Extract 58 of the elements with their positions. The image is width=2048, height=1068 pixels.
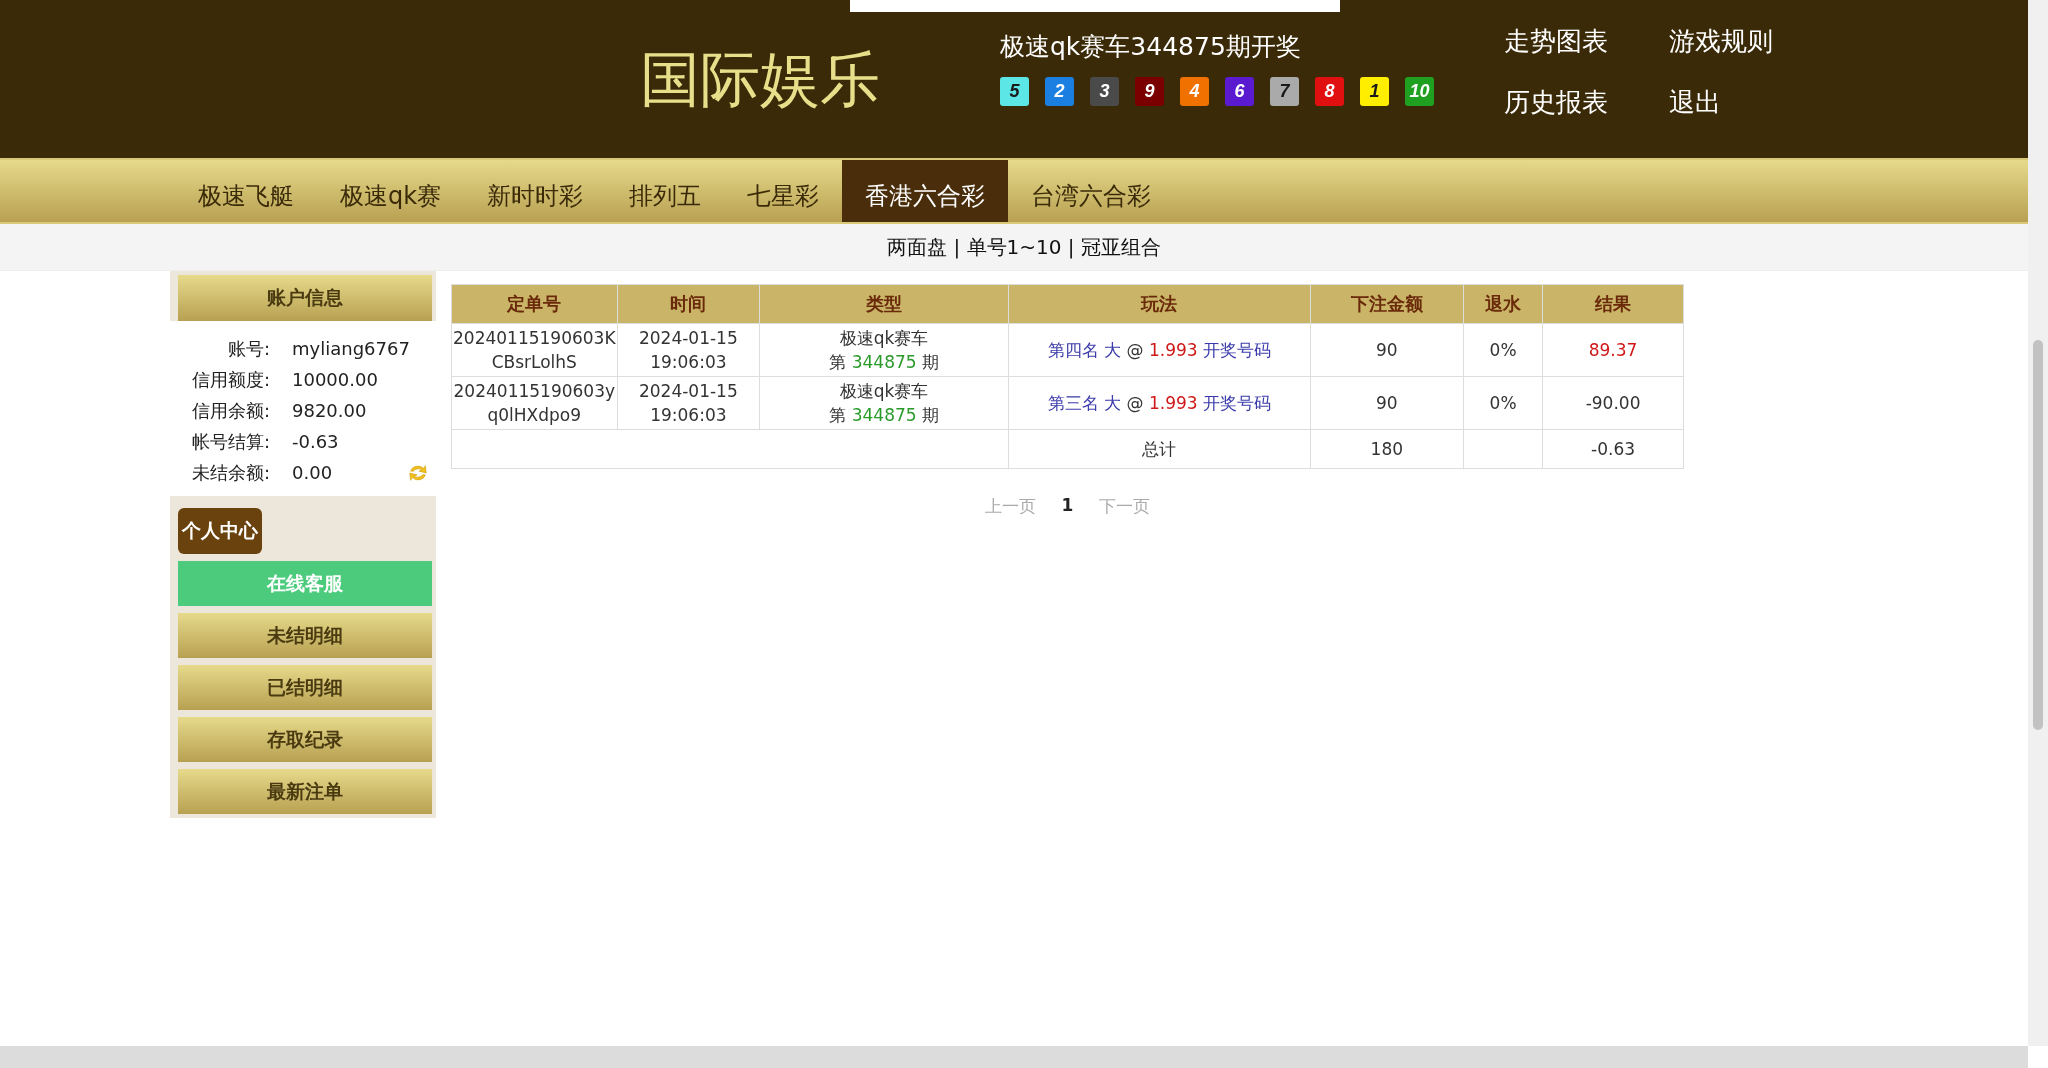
- amount-cell: 90: [1310, 376, 1464, 430]
- nav-tab[interactable]: 极速qk赛: [317, 160, 465, 222]
- time-cell: 2024-01-15 19:06:03: [617, 376, 760, 430]
- column-header: 下注金额: [1310, 284, 1464, 324]
- header-link[interactable]: 走势图表: [1504, 24, 1669, 59]
- field-value: 9820.00: [292, 400, 367, 421]
- nav-tab[interactable]: 七星彩: [724, 160, 843, 222]
- type-cell: 极速qk赛车 第 344875 期: [759, 323, 1009, 377]
- result-cell: -90.00: [1542, 376, 1684, 430]
- menu-button[interactable]: 存取纪录: [178, 717, 432, 762]
- total-amount: 180: [1310, 429, 1464, 469]
- nav-tab[interactable]: 极速飞艇: [175, 160, 317, 222]
- nav-tab[interactable]: 排列五: [606, 160, 725, 222]
- menu-button[interactable]: 未结明细: [178, 613, 432, 658]
- column-header: 类型: [759, 284, 1009, 324]
- field-value: -0.63: [292, 431, 339, 452]
- amount-cell: 90: [1310, 323, 1464, 377]
- type-cell: 极速qk赛车 第 344875 期: [759, 376, 1009, 430]
- draw-title: 极速qk赛车344875期开奖: [1000, 31, 1302, 63]
- menu-button[interactable]: 已结明细: [178, 665, 432, 710]
- sub-nav-text[interactable]: 两面盘 | 单号1~10 | 冠亚组合: [887, 233, 1161, 261]
- field-label: 信用额度:: [190, 367, 270, 392]
- field-value: 10000.00: [292, 369, 378, 390]
- account-title: 账户信息: [178, 275, 432, 321]
- result-cell: 89.37: [1542, 323, 1684, 377]
- header-link[interactable]: 游戏规则: [1669, 24, 1789, 59]
- personal-center-label: 个人中心: [178, 508, 262, 554]
- total-result: -0.63: [1542, 429, 1684, 469]
- column-header: 玩法: [1008, 284, 1311, 324]
- order-number-cell: 20240115190603y q0lHXdpo9: [451, 376, 618, 430]
- field-value: myliang6767: [292, 338, 410, 359]
- field-label: 账号:: [226, 336, 270, 361]
- nav-tab[interactable]: 香港六合彩: [842, 160, 1009, 222]
- total-label: 总计: [1008, 429, 1311, 469]
- field-label: 未结余额:: [190, 460, 270, 485]
- page-number[interactable]: 1: [1061, 495, 1074, 518]
- nav-tab[interactable]: 新时时彩: [464, 160, 607, 222]
- column-header: 定单号: [451, 284, 618, 324]
- header-link[interactable]: 历史报表: [1504, 85, 1669, 120]
- order-number-cell: 20240115190603K CBsrLolhS: [451, 323, 618, 377]
- nav-tab[interactable]: 台湾六合彩: [1008, 160, 1175, 222]
- rebate-cell: 0%: [1463, 376, 1543, 430]
- column-header: 时间: [617, 284, 760, 324]
- time-cell: 2024-01-15 19:06:03: [617, 323, 760, 377]
- field-label: 信用余额:: [190, 398, 270, 423]
- column-header: 结果: [1542, 284, 1684, 324]
- header-link[interactable]: 退出: [1669, 85, 1789, 120]
- vertical-scrollbar[interactable]: [2028, 0, 2048, 1046]
- site-logo: 国际娱乐: [640, 43, 881, 116]
- scroll-thumb[interactable]: [2033, 340, 2043, 730]
- rebate-cell: 0%: [1463, 323, 1543, 377]
- column-header: 退水: [1463, 284, 1543, 324]
- field-value: 0.00: [292, 462, 333, 483]
- horizontal-scrollbar[interactable]: [0, 1046, 2028, 1068]
- play-cell: 第四名 大 @ 1.993 开奖号码: [1008, 323, 1311, 377]
- menu-button[interactable]: 最新注单: [178, 769, 432, 814]
- play-cell: 第三名 大 @ 1.993 开奖号码: [1008, 376, 1311, 430]
- field-label: 帐号结算:: [190, 429, 270, 454]
